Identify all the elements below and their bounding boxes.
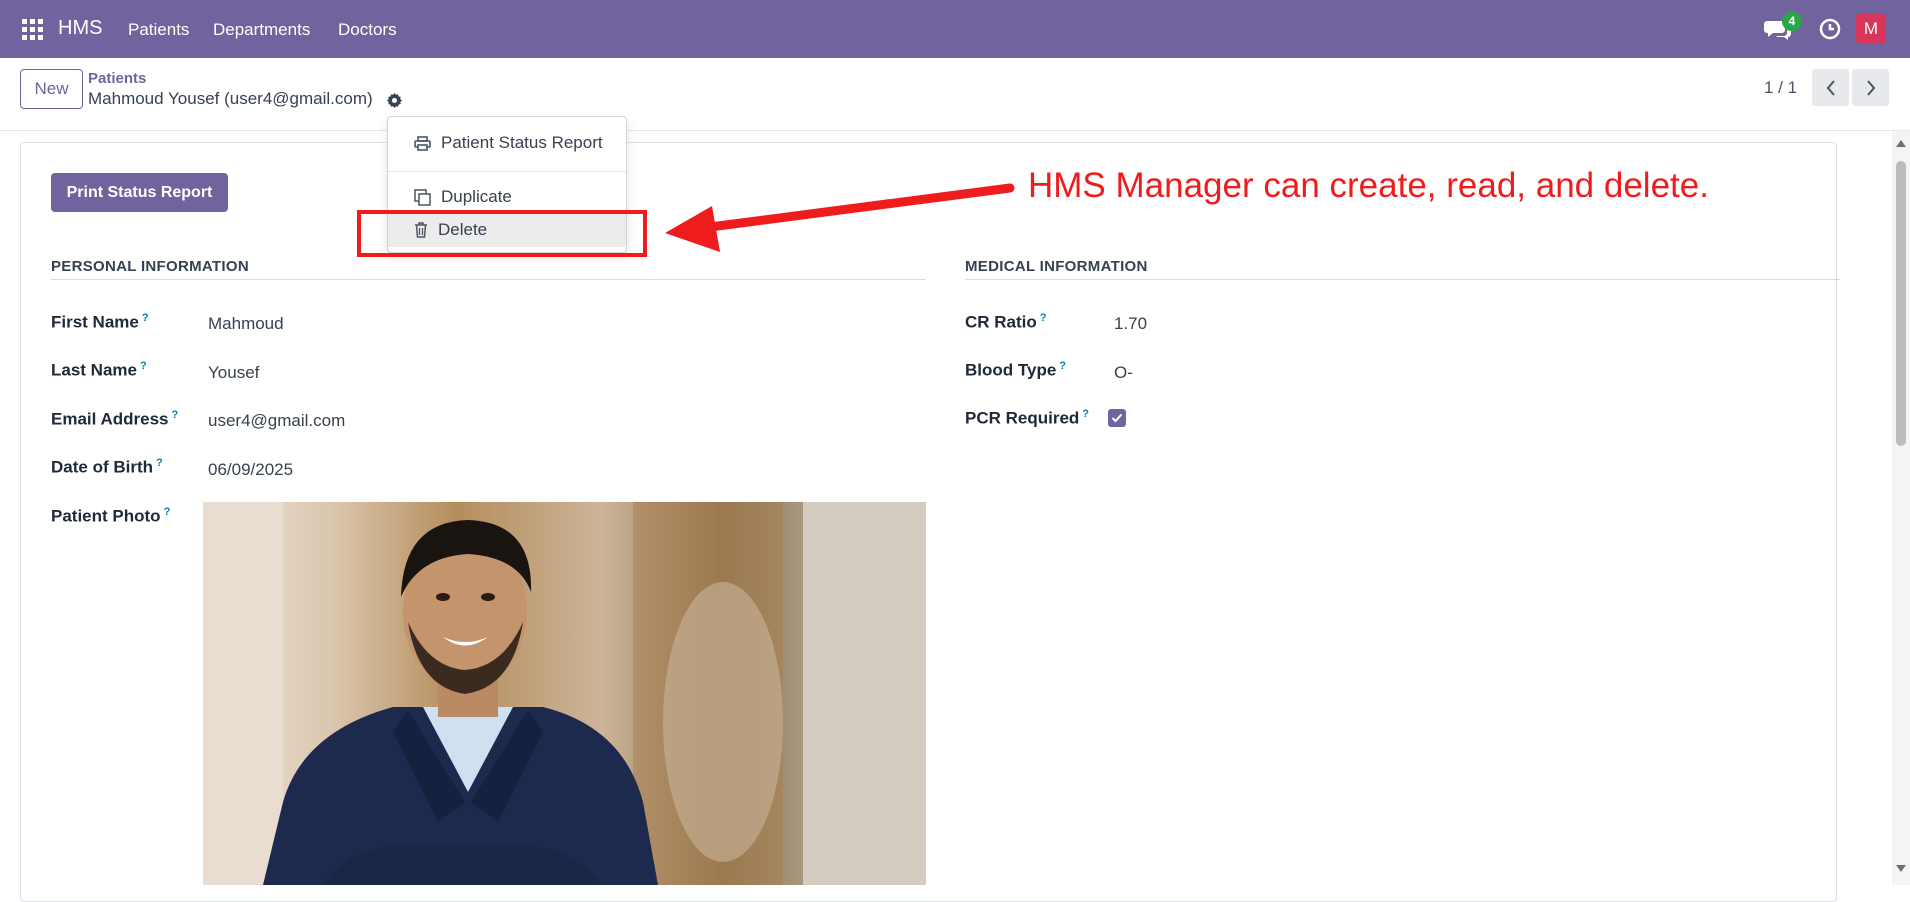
date-of-birth-label: Date of Birth? <box>51 457 163 477</box>
cr-ratio-value[interactable]: 1.70 <box>1114 314 1147 334</box>
menu-divider <box>388 171 626 172</box>
date-of-birth-value[interactable]: 06/09/2025 <box>208 460 293 480</box>
first-name-value[interactable]: Mahmoud <box>208 314 284 334</box>
pcr-required-label: PCR Required? <box>965 408 1090 428</box>
printer-icon <box>414 135 431 151</box>
patient-photo-image <box>203 502 926 885</box>
nav-departments[interactable]: Departments <box>213 20 310 40</box>
pager-value[interactable]: 1 / 1 <box>1764 78 1797 98</box>
annotation-text: HMS Manager can create, read, and delete… <box>1028 166 1709 205</box>
nav-doctors[interactable]: Doctors <box>338 20 397 40</box>
menu-item-duplicate[interactable]: Duplicate <box>388 180 626 214</box>
personal-section-divider <box>51 279 926 280</box>
control-panel: New Patients Mahmoud Yousef (user4@gmail… <box>0 58 1910 131</box>
top-navbar: HMS Patients Departments Doctors 4 M <box>0 0 1910 58</box>
email-address-value[interactable]: user4@gmail.com <box>208 411 345 431</box>
nav-patients[interactable]: Patients <box>128 20 189 40</box>
medical-section-divider <box>965 279 1840 280</box>
help-tooltip-icon[interactable]: ? <box>140 360 147 372</box>
patient-photo[interactable] <box>203 502 926 885</box>
print-status-report-button[interactable]: Print Status Report <box>51 173 228 212</box>
clock-icon[interactable] <box>1819 18 1841 40</box>
pager-next-button[interactable] <box>1852 69 1889 106</box>
first-name-label: First Name? <box>51 312 149 332</box>
help-tooltip-icon[interactable]: ? <box>164 506 171 518</box>
help-tooltip-icon[interactable]: ? <box>1040 312 1047 324</box>
gear-icon[interactable] <box>386 92 403 109</box>
apps-grid-icon[interactable] <box>22 19 43 40</box>
chat-count-badge: 4 <box>1782 12 1802 31</box>
patient-photo-label: Patient Photo? <box>51 506 171 526</box>
help-tooltip-icon[interactable]: ? <box>171 409 178 421</box>
help-tooltip-icon[interactable]: ? <box>156 457 163 469</box>
help-tooltip-icon[interactable]: ? <box>142 312 149 324</box>
pcr-required-checkbox[interactable] <box>1108 409 1126 427</box>
annotation-highlight-box <box>357 210 647 257</box>
chevron-left-icon <box>1826 79 1835 96</box>
pager-previous-button[interactable] <box>1812 69 1849 106</box>
help-tooltip-icon[interactable]: ? <box>1082 408 1089 420</box>
scroll-down-arrow-icon[interactable] <box>1892 861 1910 875</box>
personal-information-heading: PERSONAL INFORMATION <box>51 258 249 275</box>
copy-icon <box>414 188 431 206</box>
email-address-label: Email Address? <box>51 409 179 429</box>
scroll-up-arrow-icon[interactable] <box>1892 137 1910 151</box>
last-name-value[interactable]: Yousef <box>208 363 259 383</box>
blood-type-label: Blood Type? <box>965 360 1067 380</box>
cr-ratio-label: CR Ratio? <box>965 312 1047 332</box>
blood-type-value[interactable]: O- <box>1114 363 1133 383</box>
chevron-right-icon <box>1866 79 1875 96</box>
annotation-arrow-icon <box>665 183 1015 252</box>
app-brand[interactable]: HMS <box>58 17 102 40</box>
user-avatar[interactable]: M <box>1856 14 1886 44</box>
last-name-label: Last Name? <box>51 360 147 380</box>
checkmark-icon <box>1111 413 1123 423</box>
breadcrumb-parent[interactable]: Patients <box>88 70 146 87</box>
vertical-scrollbar[interactable] <box>1892 131 1910 885</box>
new-button[interactable]: New <box>20 69 83 109</box>
medical-information-heading: MEDICAL INFORMATION <box>965 258 1148 275</box>
scrollbar-thumb[interactable] <box>1896 161 1906 446</box>
menu-item-label: Duplicate <box>441 187 512 206</box>
menu-item-patient-status-report[interactable]: Patient Status Report <box>388 126 626 160</box>
help-tooltip-icon[interactable]: ? <box>1059 360 1066 372</box>
breadcrumb-current: Mahmoud Yousef (user4@gmail.com) <box>88 89 373 108</box>
menu-item-label: Patient Status Report <box>441 133 603 152</box>
